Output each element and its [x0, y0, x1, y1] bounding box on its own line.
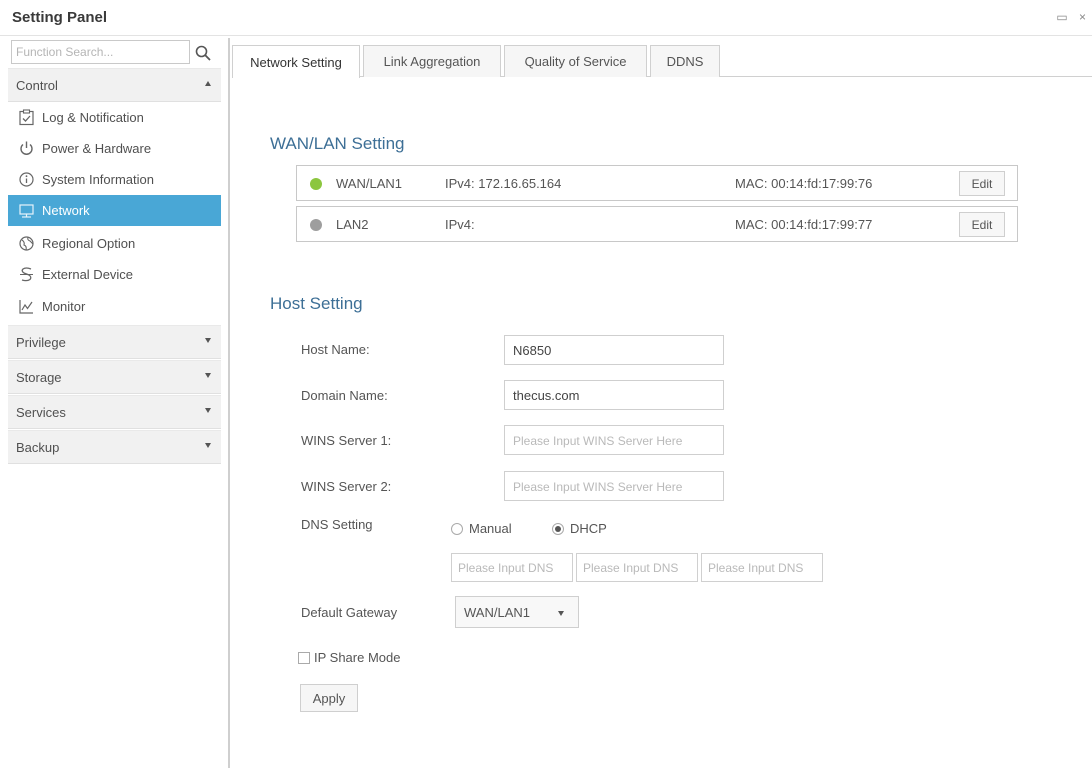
sidebar-item-network[interactable]: Network [8, 195, 221, 226]
chevron-down-icon [558, 611, 564, 616]
sidebar-item-external-device[interactable]: External Device [8, 259, 221, 290]
log-notification-icon [19, 109, 34, 126]
domain-name-label: Domain Name: [301, 388, 388, 403]
power-icon [20, 141, 33, 155]
sidebar-item-label: Power & Hardware [42, 141, 152, 156]
wanlan-section-title: WAN/LAN Setting [270, 134, 405, 153]
tab-bar: Network Setting Link Aggregation Quality… [232, 45, 1092, 78]
dns-dhcp-radio[interactable]: DHCP [552, 521, 607, 536]
status-dot-icon [310, 219, 322, 231]
nic-row-lan2: LAN2 IPv4: MAC: 00:14:fd:17:99:77 Edit [296, 206, 1018, 242]
chevron-down-icon [205, 408, 211, 413]
sidebar-item-monitor[interactable]: Monitor [8, 291, 221, 322]
sidebar-item-label: Monitor [42, 299, 86, 314]
host-section-title: Host Setting [270, 294, 363, 313]
tab-ddns[interactable]: DDNS [650, 45, 720, 77]
chevron-down-icon [205, 338, 211, 343]
monitor-chart-icon [19, 300, 33, 314]
chevron-up-icon [205, 81, 211, 86]
checkbox-unchecked-icon [298, 651, 310, 664]
chevron-down-icon [205, 443, 211, 448]
sidebar-item-label: External Device [42, 267, 134, 282]
wins-server-2-input[interactable] [504, 471, 724, 501]
chevron-down-icon [205, 373, 211, 378]
sidebar-item-label: Regional Option [42, 236, 136, 251]
external-device-icon [20, 267, 33, 282]
sidebar-group-services[interactable]: Services [8, 395, 221, 429]
edit-lan2-button[interactable]: Edit [959, 212, 1005, 237]
edit-wanlan1-button[interactable]: Edit [959, 171, 1005, 196]
radio-label: Manual [469, 521, 512, 536]
group-label: Backup [16, 440, 60, 455]
dns-server-1-input[interactable] [451, 553, 573, 582]
dns-manual-radio[interactable]: Manual [451, 521, 512, 536]
sidebar-item-label: System Information [42, 172, 154, 187]
dns-server-3-input[interactable] [701, 553, 823, 582]
sidebar-item-system-information[interactable]: System Information [8, 164, 221, 195]
default-gateway-select[interactable]: WAN/LAN1 [455, 596, 579, 628]
sidebar-group-control[interactable]: Control [8, 68, 221, 102]
apply-button[interactable]: Apply [300, 684, 358, 712]
network-icon [19, 204, 34, 218]
checkbox-label: IP Share Mode [314, 650, 401, 665]
select-value: WAN/LAN1 [464, 605, 530, 620]
sidebar-item-label: Log & Notification [42, 110, 144, 125]
dns-server-2-input[interactable] [576, 553, 698, 582]
nic-name: LAN2 [336, 217, 369, 232]
sidebar-divider[interactable] [228, 38, 230, 768]
sidebar-item-power-hardware[interactable]: Power & Hardware [8, 133, 221, 164]
sidebar-group-storage[interactable]: Storage [8, 360, 221, 394]
group-label: Privilege [16, 335, 66, 350]
host-name-label: Host Name: [301, 342, 370, 357]
sidebar-item-label: Network [42, 203, 90, 218]
sidebar: Control Log & Notification Power & Hardw… [8, 38, 221, 768]
tab-link-aggregation[interactable]: Link Aggregation [363, 45, 501, 77]
default-gateway-label: Default Gateway [301, 605, 398, 620]
domain-name-input[interactable] [504, 380, 724, 410]
info-icon [19, 172, 34, 187]
function-search [8, 38, 221, 68]
window-title: Setting Panel [12, 9, 108, 26]
radio-unchecked-icon [451, 522, 463, 535]
nic-ip: IPv4: [445, 217, 475, 232]
status-dot-icon [310, 178, 322, 190]
host-name-input[interactable] [504, 335, 724, 365]
window-controls[interactable]: ▭ × [1056, 10, 1090, 24]
sidebar-group-backup[interactable]: Backup [8, 430, 221, 464]
globe-icon [19, 236, 34, 251]
wins-server-2-label: WINS Server 2: [301, 479, 392, 494]
nic-ip: IPv4: 172.16.65.164 [445, 176, 562, 191]
sidebar-item-regional-option[interactable]: Regional Option [8, 228, 221, 259]
search-icon[interactable] [194, 44, 212, 62]
sidebar-item-log-notification[interactable]: Log & Notification [8, 102, 221, 133]
sidebar-group-privilege[interactable]: Privilege [8, 325, 221, 359]
nic-name: WAN/LAN1 [336, 176, 402, 191]
nic-mac: MAC: 00:14:fd:17:99:77 [735, 217, 873, 232]
tab-network-setting[interactable]: Network Setting [232, 45, 360, 78]
wins-server-1-label: WINS Server 1: [301, 433, 392, 448]
group-label: Storage [16, 370, 62, 385]
nic-mac: MAC: 00:14:fd:17:99:76 [735, 176, 873, 191]
group-label: Services [16, 405, 66, 420]
nic-row-wanlan1: WAN/LAN1 IPv4: 172.16.65.164 MAC: 00:14:… [296, 165, 1018, 201]
radio-checked-icon [552, 522, 564, 535]
wins-server-1-input[interactable] [504, 425, 724, 455]
ip-share-mode-checkbox[interactable]: IP Share Mode [298, 650, 400, 665]
title-bar: Setting Panel ▭ × [0, 0, 1092, 36]
function-search-input[interactable] [11, 40, 190, 64]
dns-setting-label: DNS Setting [301, 517, 373, 532]
tab-quality-of-service[interactable]: Quality of Service [504, 45, 647, 77]
radio-label: DHCP [570, 521, 607, 536]
group-label: Control [16, 78, 58, 93]
